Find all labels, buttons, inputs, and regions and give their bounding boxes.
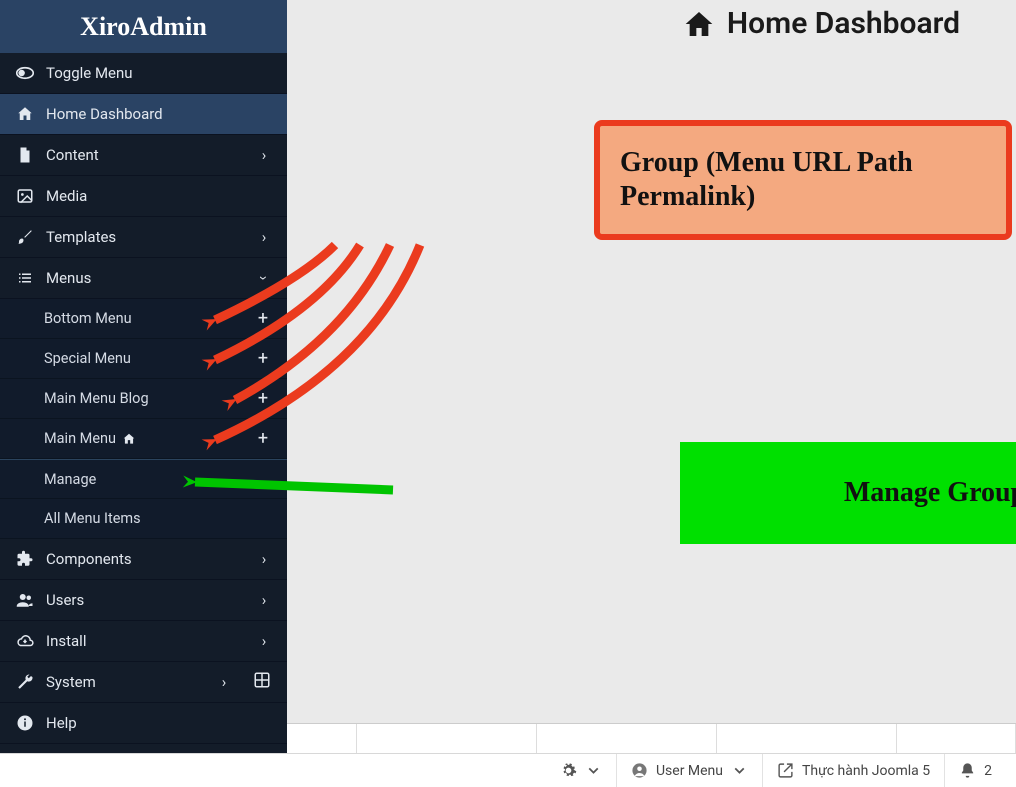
bell-icon xyxy=(959,762,976,779)
chevron-right-icon: › xyxy=(257,228,271,246)
external-link-icon xyxy=(777,762,794,779)
info-icon xyxy=(16,714,34,732)
brand-logo: XiroAdmin xyxy=(0,0,287,53)
sidebar-item-label: Components xyxy=(46,550,245,568)
sidebar-item-home[interactable]: Home Dashboard xyxy=(0,94,287,135)
chevron-down-icon xyxy=(731,762,748,779)
submenu-manage[interactable]: Manage xyxy=(0,459,287,499)
home-icon xyxy=(16,105,34,123)
sidebar-item-content[interactable]: Content › xyxy=(0,135,287,176)
gear-icon xyxy=(560,762,577,779)
chevron-right-icon: › xyxy=(257,632,271,650)
sidebar-item-system[interactable]: System › xyxy=(0,662,287,703)
visit-site-link[interactable]: Thực hành Joomla 5 xyxy=(762,754,944,787)
toggle-menu-label: Toggle Menu xyxy=(46,64,271,82)
image-icon xyxy=(16,187,34,205)
sidebar-item-components[interactable]: Components › xyxy=(0,539,287,580)
sidebar-item-help[interactable]: Help xyxy=(0,703,287,744)
submenu-label: Main Menu Blog xyxy=(44,390,247,407)
sidebar-item-label: System xyxy=(46,673,205,691)
list-icon xyxy=(16,269,34,287)
annotation-manage-label: Manage Group xyxy=(680,442,1016,544)
settings-dropdown[interactable] xyxy=(546,754,616,787)
page-title-text: Home Dashboard xyxy=(727,6,960,41)
submenu-main-menu[interactable]: Main Menu + xyxy=(0,419,287,459)
plus-icon[interactable]: + xyxy=(255,428,271,449)
cloud-download-icon xyxy=(16,632,34,650)
home-icon xyxy=(683,8,715,40)
sidebar-item-label: Home Dashboard xyxy=(46,105,271,123)
user-menu-dropdown[interactable]: User Menu xyxy=(616,754,762,787)
chevron-down-icon xyxy=(585,762,602,779)
submenu-all-menu-items[interactable]: All Menu Items xyxy=(0,499,287,539)
sidebar-item-label: Users xyxy=(46,591,245,609)
sidebar-item-label: Content xyxy=(46,146,245,164)
sidebar-item-label: Install xyxy=(46,632,245,650)
annotation-group-label: Group (Menu URL Path Permalink) xyxy=(594,120,1012,240)
submenu-label: Special Menu xyxy=(44,350,247,367)
submenu-main-menu-blog[interactable]: Main Menu Blog + xyxy=(0,379,287,419)
wrench-icon xyxy=(16,673,34,691)
home-icon xyxy=(122,432,136,446)
submenu-special-menu[interactable]: Special Menu + xyxy=(0,339,287,379)
users-icon xyxy=(16,591,34,609)
chevron-down-icon: › xyxy=(255,271,273,285)
user-menu-label: User Menu xyxy=(656,763,723,779)
sidebar-item-users[interactable]: Users › xyxy=(0,580,287,621)
submenu-bottom-menu[interactable]: Bottom Menu + xyxy=(0,299,287,339)
grid-icon[interactable] xyxy=(253,671,271,693)
sidebar-item-install[interactable]: Install › xyxy=(0,621,287,662)
content-footer-strip xyxy=(287,723,1016,753)
annotation-arrows xyxy=(287,0,1016,753)
user-icon xyxy=(631,762,648,779)
toggle-menu[interactable]: Toggle Menu xyxy=(0,53,287,94)
statusbar: User Menu Thực hành Joomla 5 2 xyxy=(0,753,1016,787)
sidebar-item-menus[interactable]: Menus › xyxy=(0,258,287,299)
notifications-count: 2 xyxy=(984,763,992,779)
brush-icon xyxy=(16,228,34,246)
sidebar-item-media[interactable]: Media xyxy=(0,176,287,217)
sidebar: XiroAdmin Toggle Menu Home Dashboard Con… xyxy=(0,0,287,753)
main-area: Home Dashboard Group (Menu URL Path Perm… xyxy=(287,0,1016,753)
submenu-label: Bottom Menu xyxy=(44,310,247,327)
submenu-label: All Menu Items xyxy=(44,510,271,527)
plus-icon[interactable]: + xyxy=(255,308,271,329)
sidebar-item-templates[interactable]: Templates › xyxy=(0,217,287,258)
sidebar-item-label: Media xyxy=(46,187,271,205)
toggle-icon xyxy=(16,64,34,82)
plus-icon[interactable]: + xyxy=(255,388,271,409)
page-title: Home Dashboard xyxy=(683,6,960,41)
menus-submenu: Bottom Menu + Special Menu + Main Menu B… xyxy=(0,299,287,539)
chevron-right-icon: › xyxy=(257,550,271,568)
sidebar-item-label: Help xyxy=(46,714,271,732)
sidebar-item-label: Menus xyxy=(46,269,245,287)
submenu-label: Manage xyxy=(44,471,271,488)
file-icon xyxy=(16,146,34,164)
submenu-label: Main Menu xyxy=(44,430,247,447)
chevron-right-icon: › xyxy=(217,673,231,691)
chevron-right-icon: › xyxy=(257,146,271,164)
notifications-button[interactable]: 2 xyxy=(944,754,1006,787)
chevron-right-icon: › xyxy=(257,591,271,609)
puzzle-icon xyxy=(16,550,34,568)
site-link-label: Thực hành Joomla 5 xyxy=(802,763,930,779)
plus-icon[interactable]: + xyxy=(255,348,271,369)
sidebar-item-label: Templates xyxy=(46,228,245,246)
